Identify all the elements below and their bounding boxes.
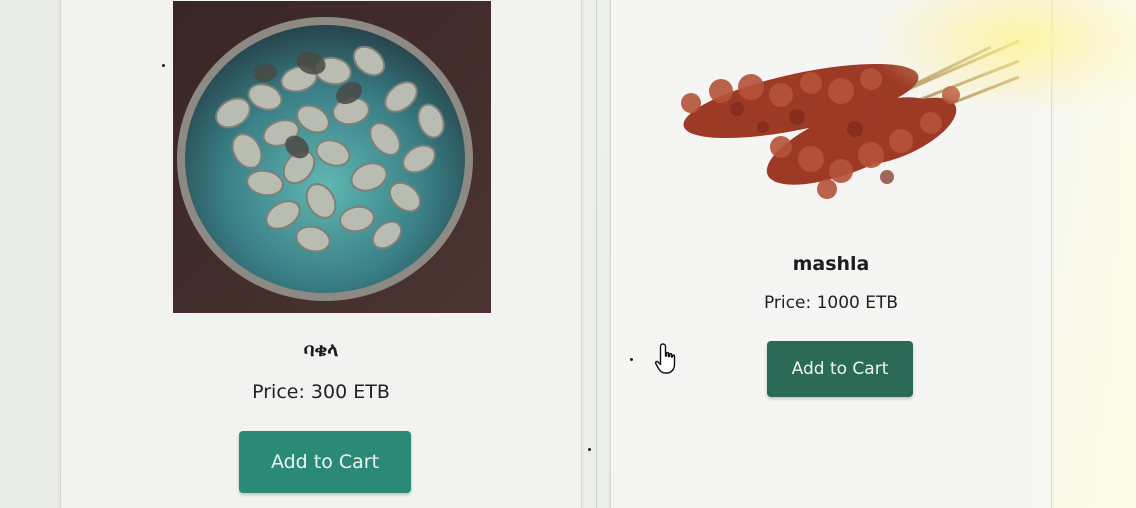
product-image-beans[interactable] [173, 1, 491, 313]
add-to-cart-button[interactable]: Add to Cart [239, 431, 411, 493]
screen-speck [630, 358, 633, 361]
product-image-sorghum[interactable] [651, 31, 1021, 211]
product-price: Price: 1000 ETB [763, 293, 899, 313]
add-to-cart-button[interactable]: Add to Cart [767, 341, 913, 397]
product-name: mashla [792, 253, 870, 275]
screen-speck [162, 64, 165, 67]
column-divider [596, 0, 597, 508]
hand-pointer-icon [654, 343, 676, 374]
product-card: ባቄላ Price: 300 ETB Add to Cart [60, 0, 582, 508]
product-price: Price: 300 ETB [252, 381, 390, 403]
sorghum-illustration [681, 39, 1020, 199]
bean-bowl-illustration [173, 1, 491, 313]
screen-speck [588, 448, 591, 451]
product-card: mashla Price: 1000 ETB Add to Cart [610, 0, 1052, 508]
product-name: ባቄላ [303, 339, 339, 361]
